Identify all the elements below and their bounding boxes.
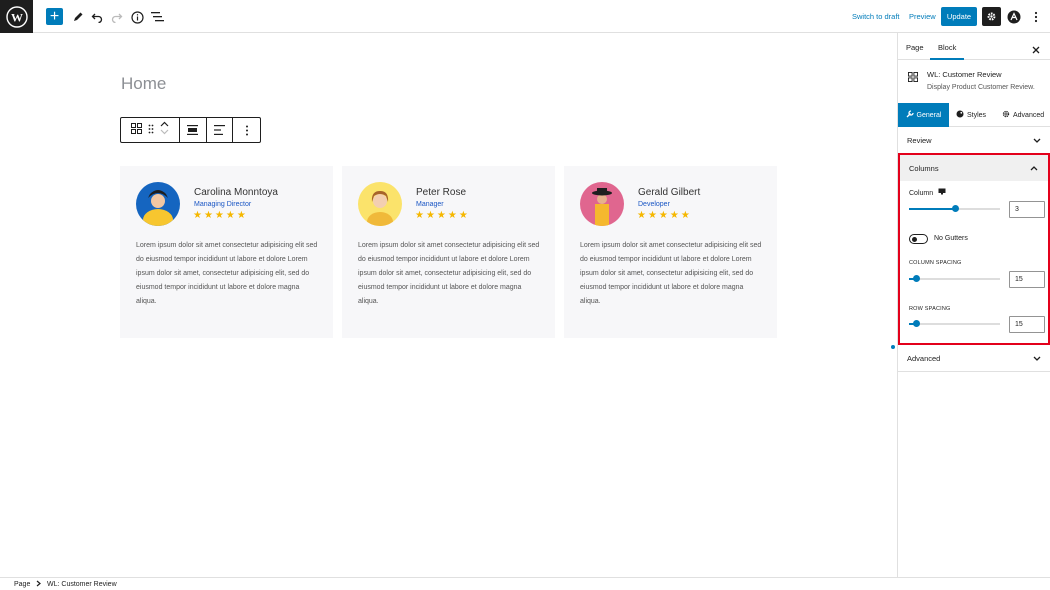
breadcrumb-page[interactable]: Page — [14, 581, 30, 588]
editor-header: W + Switch to draft Preview Update — [0, 0, 1050, 33]
review-card[interactable]: Peter Rose Manager ★★★★★ Lorem ipsum dol… — [342, 166, 555, 338]
column-spacing-label: COLUMN SPACING — [909, 260, 962, 266]
sidebar-tabs: Page Block — [898, 33, 1050, 60]
reviewer-role: Managing Director — [194, 201, 252, 208]
update-button[interactable]: Update — [941, 7, 977, 26]
subtab-general[interactable]: General — [898, 103, 949, 127]
settings-gear-icon[interactable] — [982, 7, 1001, 26]
column-slider[interactable] — [909, 205, 1000, 212]
block-grid-icon — [908, 69, 918, 87]
move-up-down-icon[interactable] — [160, 121, 169, 140]
review-text: Lorem ipsum dolor sit amet consectetur a… — [580, 242, 762, 305]
tab-page[interactable]: Page — [906, 43, 924, 52]
review-card[interactable]: Gerald Gilbert Developer ★★★★★ Lorem ips… — [564, 166, 777, 338]
panel-review-label: Review — [907, 136, 932, 145]
list-view-icon[interactable] — [148, 8, 166, 26]
column-slider-fill — [909, 208, 955, 210]
row-spacing-input[interactable]: 15 — [1009, 316, 1045, 333]
rating-stars: ★★★★★ — [193, 210, 248, 221]
row-spacing-slider-handle[interactable] — [913, 320, 920, 327]
subtab-styles[interactable]: Styles — [956, 103, 986, 127]
switch-to-draft-link[interactable]: Switch to draft — [852, 12, 900, 21]
reviewer-name: Carolina Monntoya — [194, 187, 278, 198]
settings-sidebar: Page Block WL: Customer Review Display P… — [897, 33, 1050, 577]
astra-logo-icon[interactable] — [1005, 8, 1023, 26]
resize-handle[interactable] — [891, 345, 895, 349]
reviewer-role: Developer — [638, 201, 670, 208]
review-text: Lorem ipsum dolor sit amet consectetur a… — [136, 242, 318, 305]
no-gutters-label: No Gutters — [934, 235, 968, 242]
row-spacing-slider[interactable] — [909, 320, 1000, 327]
subtab-advanced[interactable]: Advanced — [1002, 103, 1044, 127]
palette-icon — [956, 110, 964, 120]
rating-stars: ★★★★★ — [637, 210, 692, 221]
reviewer-name: Peter Rose — [416, 187, 467, 198]
subtab-general-label: General — [916, 111, 942, 119]
no-gutters-toggle[interactable] — [909, 234, 928, 244]
subtab-advanced-label: Advanced — [1013, 111, 1045, 119]
reviewer-name: Gerald Gilbert — [638, 187, 701, 198]
pencil-icon[interactable] — [69, 8, 87, 26]
info-icon[interactable] — [128, 8, 146, 26]
editor-canvas: Home Carolina Monntoya Managing Director… — [0, 33, 897, 577]
inspector-subtabs: General Styles Advanced — [898, 103, 1050, 127]
breadcrumb: Page WL: Customer Review — [0, 577, 1050, 590]
avatar — [358, 182, 402, 226]
panel-review[interactable]: Review — [898, 128, 1050, 154]
column-control: Column — [909, 188, 946, 197]
chevron-down-icon — [1033, 355, 1041, 364]
review-text: Lorem ipsum dolor sit amet consectetur a… — [358, 242, 540, 305]
row-spacing-label: ROW SPACING — [909, 306, 951, 312]
reviewer-role: Manager — [416, 201, 444, 208]
avatar — [136, 182, 180, 226]
column-label: Column — [909, 190, 934, 197]
block-type-group — [121, 118, 181, 142]
block-toolbar — [120, 117, 261, 143]
panel-columns[interactable]: Columns — [900, 155, 1048, 181]
wordpress-logo-icon[interactable]: W — [0, 0, 33, 33]
subtab-styles-label: Styles — [967, 111, 987, 119]
redo-icon[interactable] — [108, 8, 126, 26]
chevron-right-icon — [36, 580, 41, 589]
column-spacing-input[interactable]: 15 — [1009, 271, 1045, 288]
column-spacing-slider[interactable] — [909, 275, 1000, 282]
align-wide-icon[interactable] — [180, 118, 207, 142]
gear-icon — [1002, 110, 1010, 120]
tab-block[interactable]: Block — [938, 43, 956, 52]
breadcrumb-block[interactable]: WL: Customer Review — [47, 581, 117, 588]
column-number-input[interactable]: 3 — [1009, 201, 1045, 218]
more-options-icon[interactable] — [1027, 8, 1045, 26]
active-tab-indicator — [930, 58, 964, 60]
desktop-icon[interactable] — [938, 188, 946, 197]
align-left-icon[interactable] — [207, 118, 234, 142]
block-description: Display Product Customer Review. — [927, 84, 1035, 91]
grid-block-icon[interactable] — [131, 121, 143, 139]
panel-columns-label: Columns — [909, 163, 939, 173]
chevron-down-icon — [1033, 137, 1041, 146]
toggle-knob — [912, 237, 917, 242]
columns-panel: Columns Column 3 No Gutters COLUMN SPACI… — [898, 153, 1050, 345]
close-icon[interactable] — [1032, 41, 1040, 59]
block-title: WL: Customer Review — [927, 70, 1002, 79]
drag-handle-icon[interactable] — [148, 121, 154, 139]
panel-advanced[interactable]: Advanced — [898, 346, 1050, 372]
add-block-button[interactable]: + — [46, 8, 63, 25]
column-spacing-slider-handle[interactable] — [913, 275, 920, 282]
page-title[interactable]: Home — [121, 74, 166, 94]
review-card[interactable]: Carolina Monntoya Managing Director ★★★★… — [120, 166, 333, 338]
avatar — [580, 182, 624, 226]
preview-link[interactable]: Preview — [909, 12, 936, 21]
svg-text:W: W — [11, 10, 23, 24]
block-options-icon[interactable] — [233, 118, 260, 142]
undo-icon[interactable] — [88, 8, 106, 26]
rating-stars: ★★★★★ — [415, 210, 470, 221]
column-slider-handle[interactable] — [952, 205, 959, 212]
chevron-up-icon — [1030, 164, 1038, 173]
panel-advanced-label: Advanced — [907, 354, 941, 363]
wrench-icon — [906, 110, 914, 120]
